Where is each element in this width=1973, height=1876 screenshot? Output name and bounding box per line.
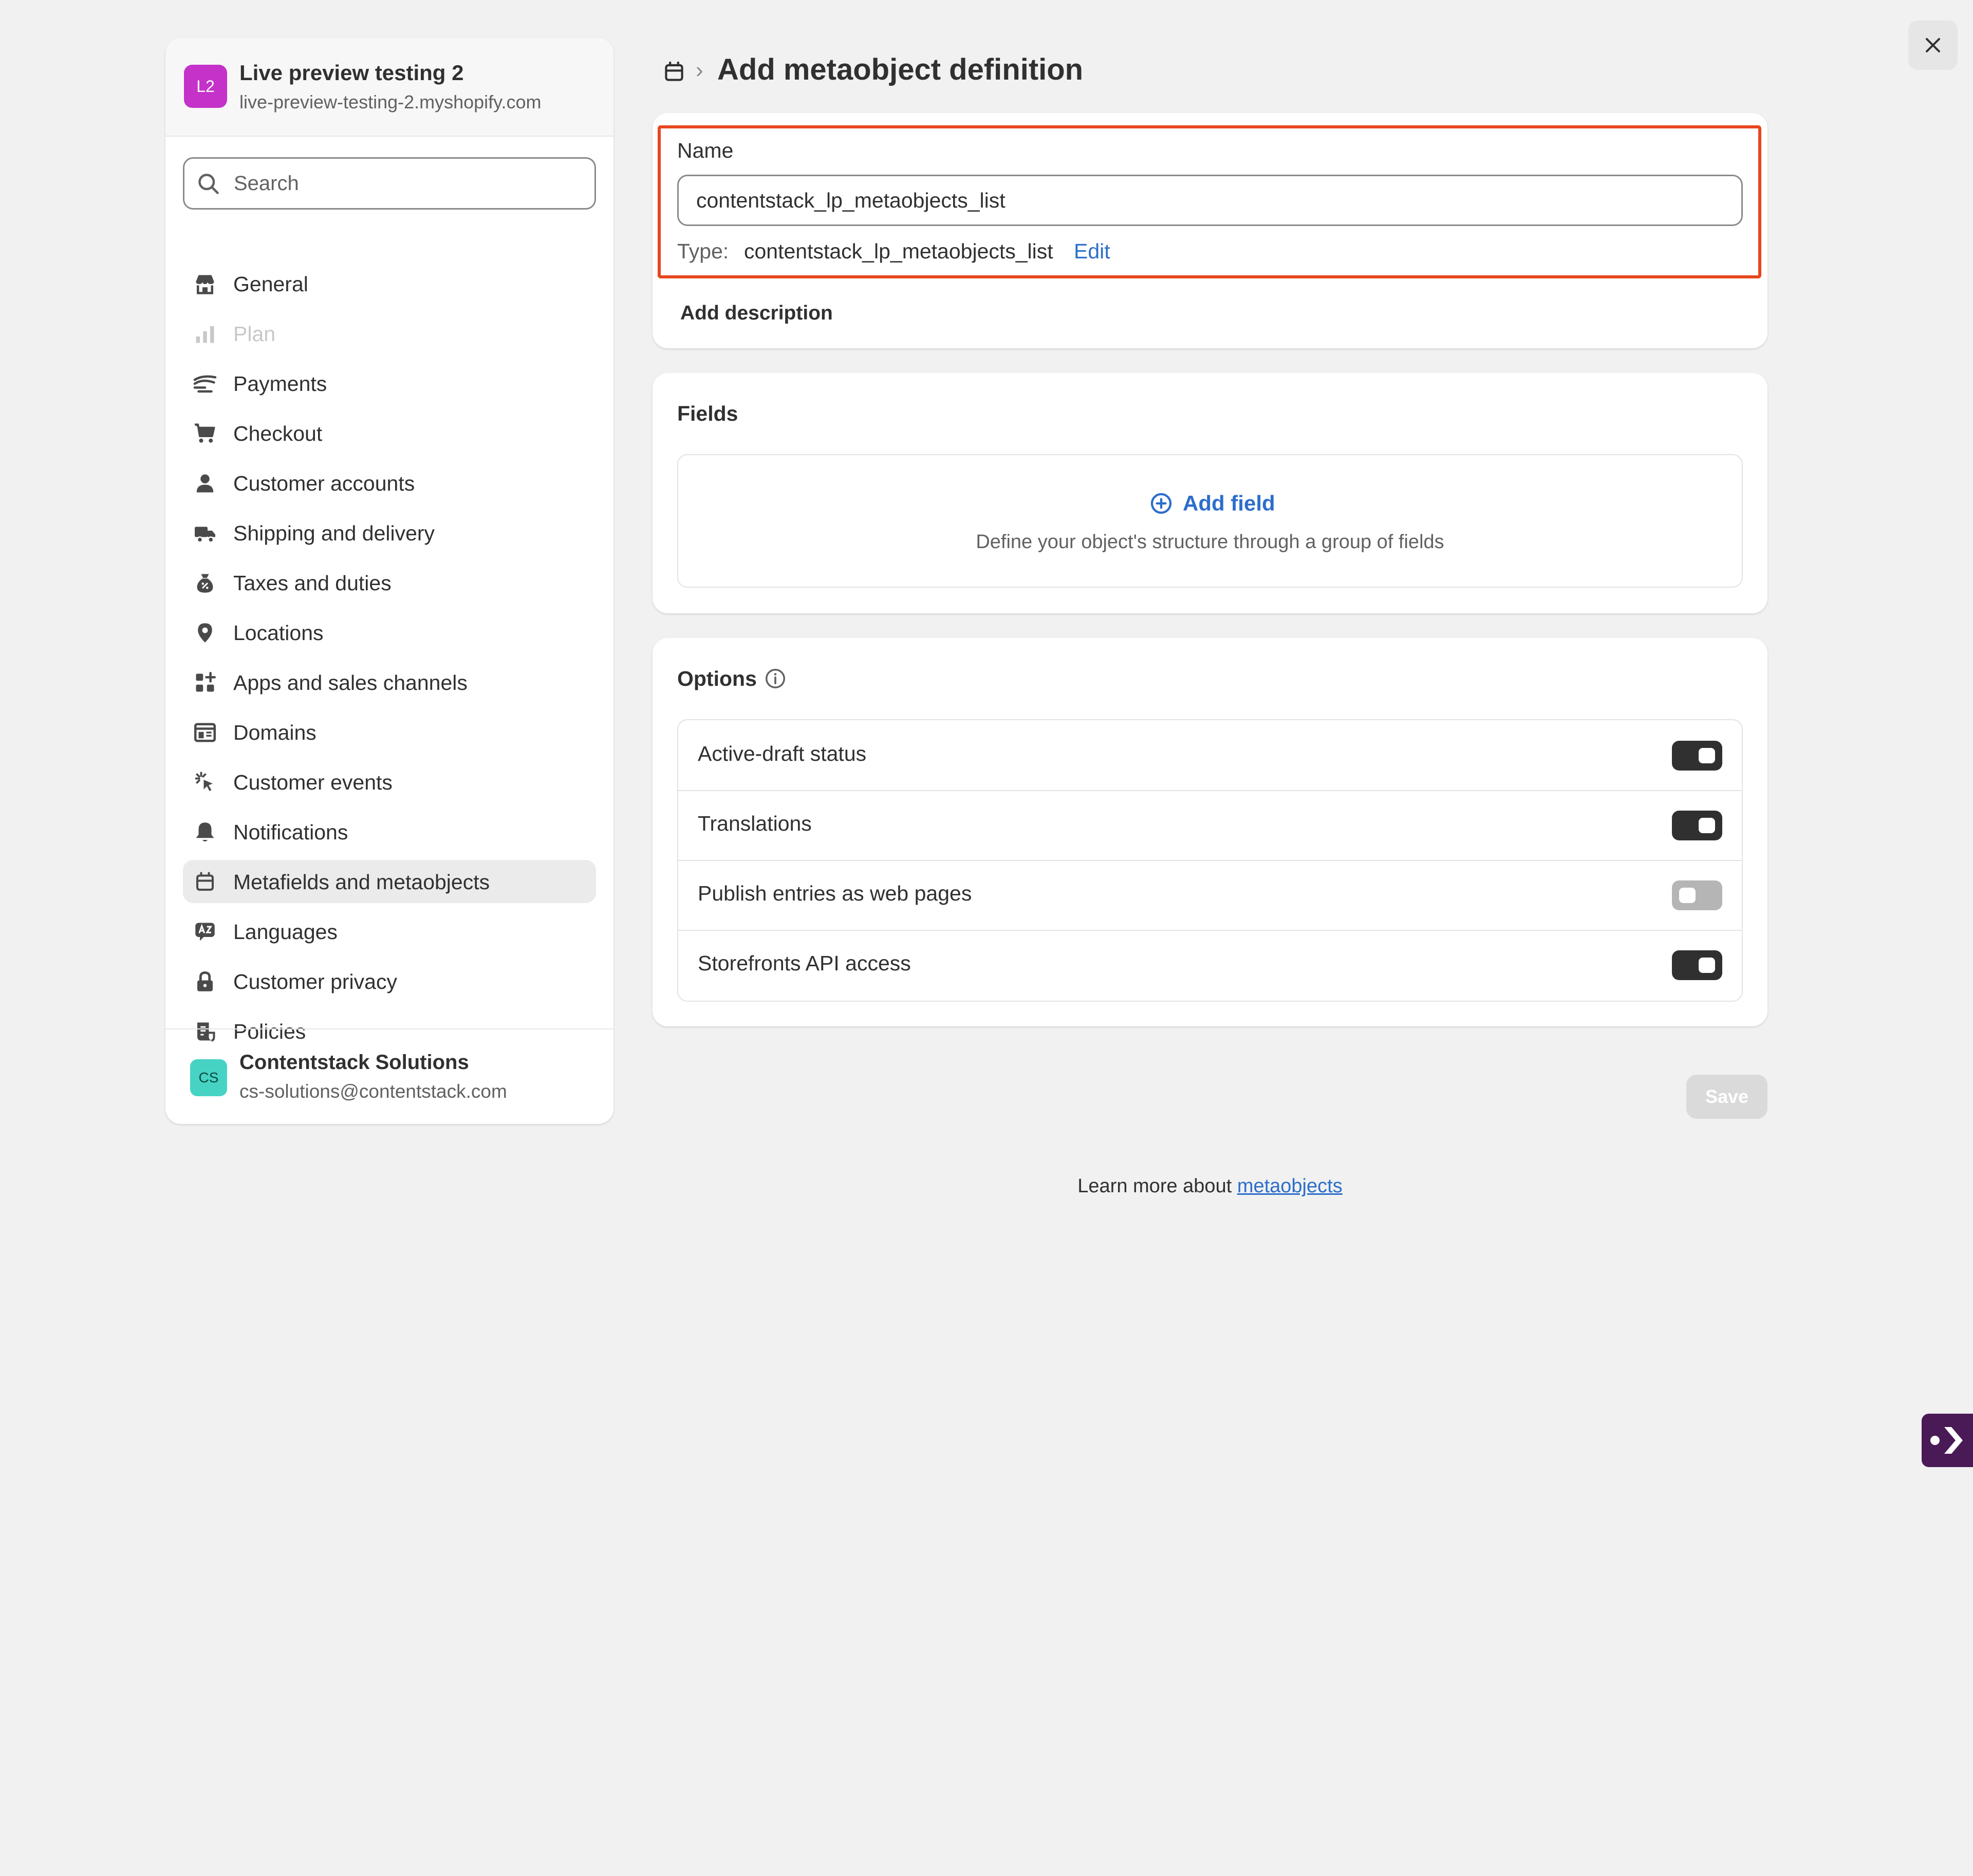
apps-icon xyxy=(196,672,216,692)
sidebar-item-customer-privacy[interactable]: Customer privacy xyxy=(183,960,596,1003)
sidebar-item-languages[interactable]: Languages xyxy=(183,910,596,953)
option-row: Translations xyxy=(678,790,1742,861)
option-row: Storefronts API access xyxy=(678,930,1742,1000)
search-icon xyxy=(198,174,219,194)
cursor-click-icon xyxy=(195,772,213,791)
option-toggle[interactable] xyxy=(1672,880,1722,910)
language-icon xyxy=(195,923,215,941)
store-switcher[interactable]: L2 Live preview testing 2 live-preview-t… xyxy=(165,38,613,137)
sidebar-item-label: Payments xyxy=(233,372,327,396)
truck-icon xyxy=(195,527,215,543)
sidebar-item-notifications[interactable]: Notifications xyxy=(183,810,596,853)
close-icon xyxy=(1926,38,1940,52)
sidebar-item-label: General xyxy=(233,272,308,296)
chevron-right-icon xyxy=(1930,1427,1963,1454)
type-label: Type: xyxy=(677,239,729,263)
search-input[interactable] xyxy=(234,159,583,208)
add-field-label: Add field xyxy=(1183,491,1275,515)
option-row: Active-draft status xyxy=(678,720,1742,791)
sidebar-item-label: Customer privacy xyxy=(233,970,397,993)
sidebar-item-label: Metafields and metaobjects xyxy=(233,870,490,894)
tax-bag-icon xyxy=(197,574,213,593)
sidebar-item-plan: Plan xyxy=(183,312,596,355)
sidebar-item-customer-events[interactable]: Customer events xyxy=(183,760,596,803)
sidebar-item-general[interactable]: General xyxy=(183,262,596,305)
account-avatar: CS xyxy=(190,1059,227,1096)
store-name: Live preview testing 2 xyxy=(239,61,464,85)
settings-search[interactable] xyxy=(183,157,596,210)
metaobjects-link[interactable]: metaobjects xyxy=(1237,1175,1343,1197)
plus-circle-icon xyxy=(1150,493,1172,514)
type-value: contentstack_lp_metaobjects_list xyxy=(744,239,1053,263)
sidebar-item-customer-accounts[interactable]: Customer accounts xyxy=(183,461,596,504)
toggle-knob xyxy=(1699,818,1715,833)
sidebar-item-label: Locations xyxy=(233,621,324,645)
edit-type-link[interactable]: Edit xyxy=(1074,239,1110,264)
learn-more-text: Learn more about metaobjects xyxy=(653,1175,1767,1197)
sidebar-item-payments[interactable]: Payments xyxy=(183,362,596,405)
cart-icon xyxy=(195,423,215,443)
option-label: Storefronts API access xyxy=(698,951,911,975)
name-input[interactable] xyxy=(677,175,1743,226)
breadcrumb-separator: › xyxy=(696,58,703,83)
option-toggle[interactable] xyxy=(1672,741,1722,771)
learn-more-prefix: Learn more about xyxy=(1077,1175,1237,1197)
option-row: Publish entries as web pages xyxy=(678,860,1742,931)
account-email: cs-solutions@contentstack.com xyxy=(239,1081,507,1102)
page-title: Add metaobject definition xyxy=(717,53,1084,86)
toggle-knob xyxy=(1699,748,1715,763)
info-icon[interactable] xyxy=(764,667,787,690)
sidebar-item-label: Checkout xyxy=(233,422,323,445)
settings-sidebar: L2 Live preview testing 2 live-preview-t… xyxy=(165,38,613,1124)
domain-icon xyxy=(194,723,216,742)
metaobject-icon[interactable] xyxy=(661,59,687,85)
side-widget-tab[interactable] xyxy=(1922,1414,1973,1467)
add-description-button[interactable]: Add description xyxy=(680,302,833,325)
location-pin-icon xyxy=(198,623,212,643)
lock-icon xyxy=(197,971,213,991)
payments-icon xyxy=(193,375,217,393)
metaobject-icon xyxy=(196,872,214,891)
store-avatar: L2 xyxy=(184,65,227,108)
close-button[interactable] xyxy=(1908,21,1958,70)
option-toggle[interactable] xyxy=(1672,950,1722,980)
toggle-knob xyxy=(1699,958,1715,973)
store-url: live-preview-testing-2.myshopify.com xyxy=(239,91,542,112)
options-list: Active-draft status Translations Publish e… xyxy=(677,719,1743,1002)
option-label: Translations xyxy=(698,812,812,835)
fields-title: Fields xyxy=(677,402,738,425)
sidebar-item-label: Customer accounts xyxy=(233,472,415,495)
add-field-button[interactable]: Add field xyxy=(1149,488,1275,519)
sidebar-item-label: Plan xyxy=(233,322,276,346)
sidebar-item-label: Domains xyxy=(233,721,317,744)
store-icon xyxy=(196,275,214,294)
account-info: CS Contentstack Solutions cs-solutions@c… xyxy=(165,1028,613,1124)
name-label: Name xyxy=(677,139,734,162)
sidebar-item-shipping-and-delivery[interactable]: Shipping and delivery xyxy=(183,511,596,554)
sidebar-item-label: Languages xyxy=(233,920,338,944)
sidebar-item-label: Apps and sales channels xyxy=(233,671,468,695)
sidebar-item-label: Taxes and duties xyxy=(233,571,392,595)
chart-icon xyxy=(196,326,214,343)
person-icon xyxy=(196,474,214,493)
fields-empty-state xyxy=(677,454,1743,588)
account-name: Contentstack Solutions xyxy=(239,1051,469,1074)
sidebar-item-label: Customer events xyxy=(233,771,393,794)
sidebar-item-apps-and-sales-channels[interactable]: Apps and sales channels xyxy=(183,661,596,704)
option-toggle[interactable] xyxy=(1672,811,1722,840)
sidebar-item-metafields-and-metaobjects[interactable]: Metafields and metaobjects xyxy=(183,860,596,903)
save-button[interactable]: Save xyxy=(1686,1075,1767,1119)
sidebar-item-checkout[interactable]: Checkout xyxy=(183,411,596,455)
sidebar-item-domains[interactable]: Domains xyxy=(183,710,596,754)
option-label: Publish entries as web pages xyxy=(698,881,972,905)
sidebar-item-label: Shipping and delivery xyxy=(233,521,435,545)
fields-help-text: Define your object's structure through a… xyxy=(976,531,1444,553)
toggle-knob xyxy=(1679,888,1696,903)
sidebar-item-taxes-and-duties[interactable]: Taxes and duties xyxy=(183,561,596,604)
sidebar-item-locations[interactable]: Locations xyxy=(183,611,596,654)
option-label: Active-draft status xyxy=(698,742,867,765)
options-title: Options xyxy=(677,667,757,690)
bell-icon xyxy=(196,822,214,842)
sidebar-item-label: Notifications xyxy=(233,820,348,844)
